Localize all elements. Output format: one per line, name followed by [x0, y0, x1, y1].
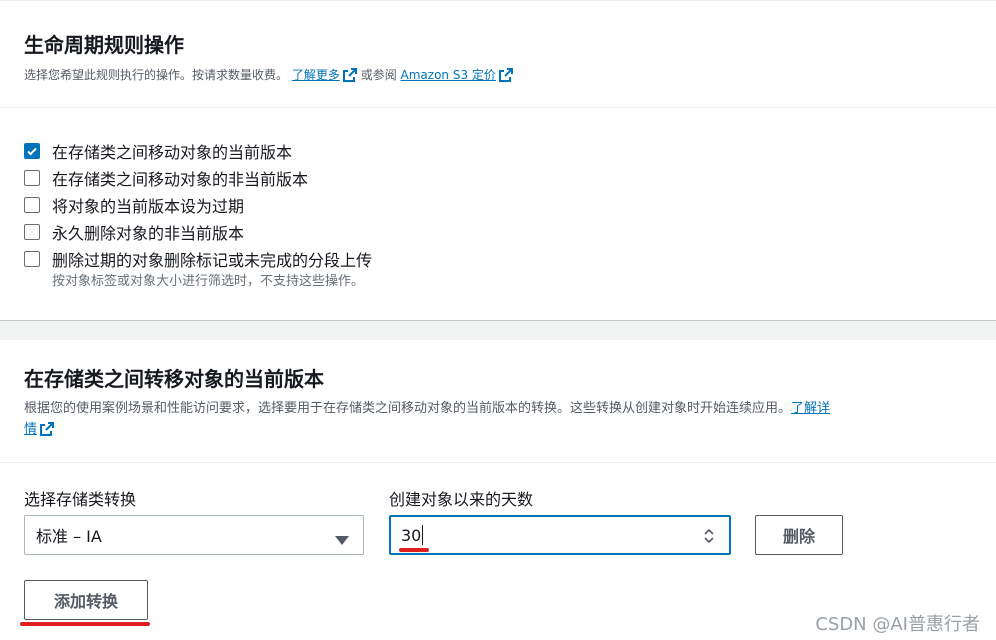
checkbox[interactable] [24, 250, 40, 267]
checkmark-icon [27, 147, 37, 156]
option-label: 将对象的当前版本设为过期 [52, 196, 245, 216]
option-move-current-version[interactable]: 在存储类之间移动对象的当前版本 [24, 137, 372, 164]
days-label: 创建对象以来的天数 [389, 490, 534, 509]
storage-class-label: 选择存储类转换 [24, 490, 137, 509]
lifecycle-desc-text: 选择您希望此规则执行的操作。按请求数量收费。 [24, 68, 289, 82]
storage-class-value: 标准 – IA [36, 527, 102, 546]
option-label: 在存储类之间移动对象的非当前版本 [52, 169, 309, 189]
external-link-icon[interactable] [498, 68, 513, 85]
lifecycle-title: 生命周期规则操作 [24, 33, 184, 57]
watermark: CSDN @AI普惠行者 [815, 614, 980, 635]
pricing-link[interactable]: Amazon S3 定价 [401, 68, 496, 82]
lifecycle-description: 选择您希望此规则执行的操作。按请求数量收费。 了解更多 或参阅 Amazon S… [24, 66, 513, 85]
lifecycle-options-list: 在存储类之间移动对象的当前版本 在存储类之间移动对象的非当前版本 将对象的当前版… [24, 137, 372, 289]
or-see-text: 或参阅 [360, 68, 397, 82]
days-input[interactable]: 30 [389, 515, 731, 555]
option-move-noncurrent-version[interactable]: 在存储类之间移动对象的非当前版本 [24, 164, 372, 191]
section-separator-band [0, 320, 996, 340]
checkbox[interactable] [24, 196, 40, 213]
add-transition-button[interactable]: 添加转换 [24, 580, 148, 620]
option-label: 在存储类之间移动对象的当前版本 [52, 142, 293, 162]
option-expire-current-version[interactable]: 将对象的当前版本设为过期 [24, 191, 372, 218]
learn-more-link-cont[interactable]: 情 [24, 422, 37, 437]
checkbox-checked[interactable] [24, 142, 40, 159]
lifecycle-header: 生命周期规则操作 选择您希望此规则执行的操作。按请求数量收费。 了解更多 或参阅… [24, 29, 513, 85]
option-label: 永久删除对象的非当前版本 [52, 223, 245, 243]
checkbox[interactable] [24, 169, 40, 186]
text-cursor [422, 525, 424, 545]
learn-more-link[interactable]: 了解更多 [292, 68, 340, 82]
learn-more-link[interactable]: 了解详 [791, 401, 830, 416]
section-divider [0, 107, 996, 108]
section-divider [0, 462, 996, 463]
transition-header: 在存储类之间转移对象的当前版本 根据您的使用案例场景和性能访问要求，选择要用于在… [24, 363, 972, 443]
annotation-underline [20, 622, 150, 626]
external-link-icon[interactable] [342, 68, 357, 85]
lifecycle-actions-panel: 生命周期规则操作 选择您希望此规则执行的操作。按请求数量收费。 了解更多 或参阅… [0, 0, 996, 320]
transition-description: 根据您的使用案例场景和性能访问要求，选择要用于在存储类之间移动对象的当前版本的转… [24, 398, 972, 443]
external-link-icon[interactable] [40, 422, 55, 443]
delete-button[interactable]: 删除 [755, 515, 843, 555]
caret-down-icon [335, 531, 349, 550]
transition-title: 在存储类之间转移对象的当前版本 [24, 367, 324, 391]
option-label: 删除过期的对象删除标记或未完成的分段上传 [52, 250, 373, 270]
days-value: 30 [401, 525, 422, 545]
checkbox[interactable] [24, 223, 40, 240]
annotation-underline [399, 548, 429, 552]
storage-class-select[interactable]: 标准 – IA [24, 515, 364, 555]
options-hint: 按对象标签或对象大小进行筛选时，不支持这些操作。 [52, 274, 365, 289]
spinner-icon[interactable] [703, 527, 715, 549]
transition-desc-text: 根据您的使用案例场景和性能访问要求，选择要用于在存储类之间移动对象的当前版本的转… [24, 401, 792, 416]
option-delete-noncurrent-version[interactable]: 永久删除对象的非当前版本 [24, 218, 372, 245]
option-delete-expired-markers[interactable]: 删除过期的对象删除标记或未完成的分段上传 [24, 245, 372, 272]
